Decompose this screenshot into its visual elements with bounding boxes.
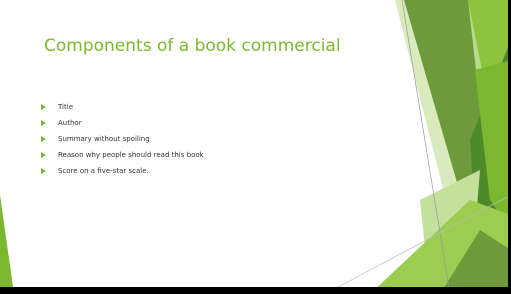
triangle-right-icon — [41, 136, 46, 142]
bullet-item-title: Title — [41, 99, 204, 115]
bullet-list: Title Author Summary without spoiling Re… — [41, 99, 204, 179]
left-green-sliver — [0, 195, 14, 294]
triangle-right-icon — [41, 104, 46, 110]
triangle-right-icon — [41, 168, 46, 174]
bottom-border — [0, 287, 511, 294]
triangle-right-icon — [41, 152, 46, 158]
bullet-text: Author — [58, 119, 82, 127]
bullet-item-author: Author — [41, 115, 204, 131]
slide-title: Components of a book commercial — [44, 36, 341, 56]
bullet-text: Summary without spoiling — [58, 135, 150, 143]
bullet-item-reason: Reason why people should read this book — [41, 147, 204, 163]
presentation-slide: Components of a book commercial Title Au… — [0, 0, 511, 294]
bullet-text: Score on a five-star scale. — [58, 167, 149, 175]
bullet-item-summary: Summary without spoiling — [41, 131, 204, 147]
bullet-item-score: Score on a five-star scale. — [41, 163, 204, 179]
triangle-right-icon — [41, 120, 46, 126]
bullet-text: Title — [58, 103, 74, 111]
bullet-text: Reason why people should read this book — [58, 151, 204, 159]
